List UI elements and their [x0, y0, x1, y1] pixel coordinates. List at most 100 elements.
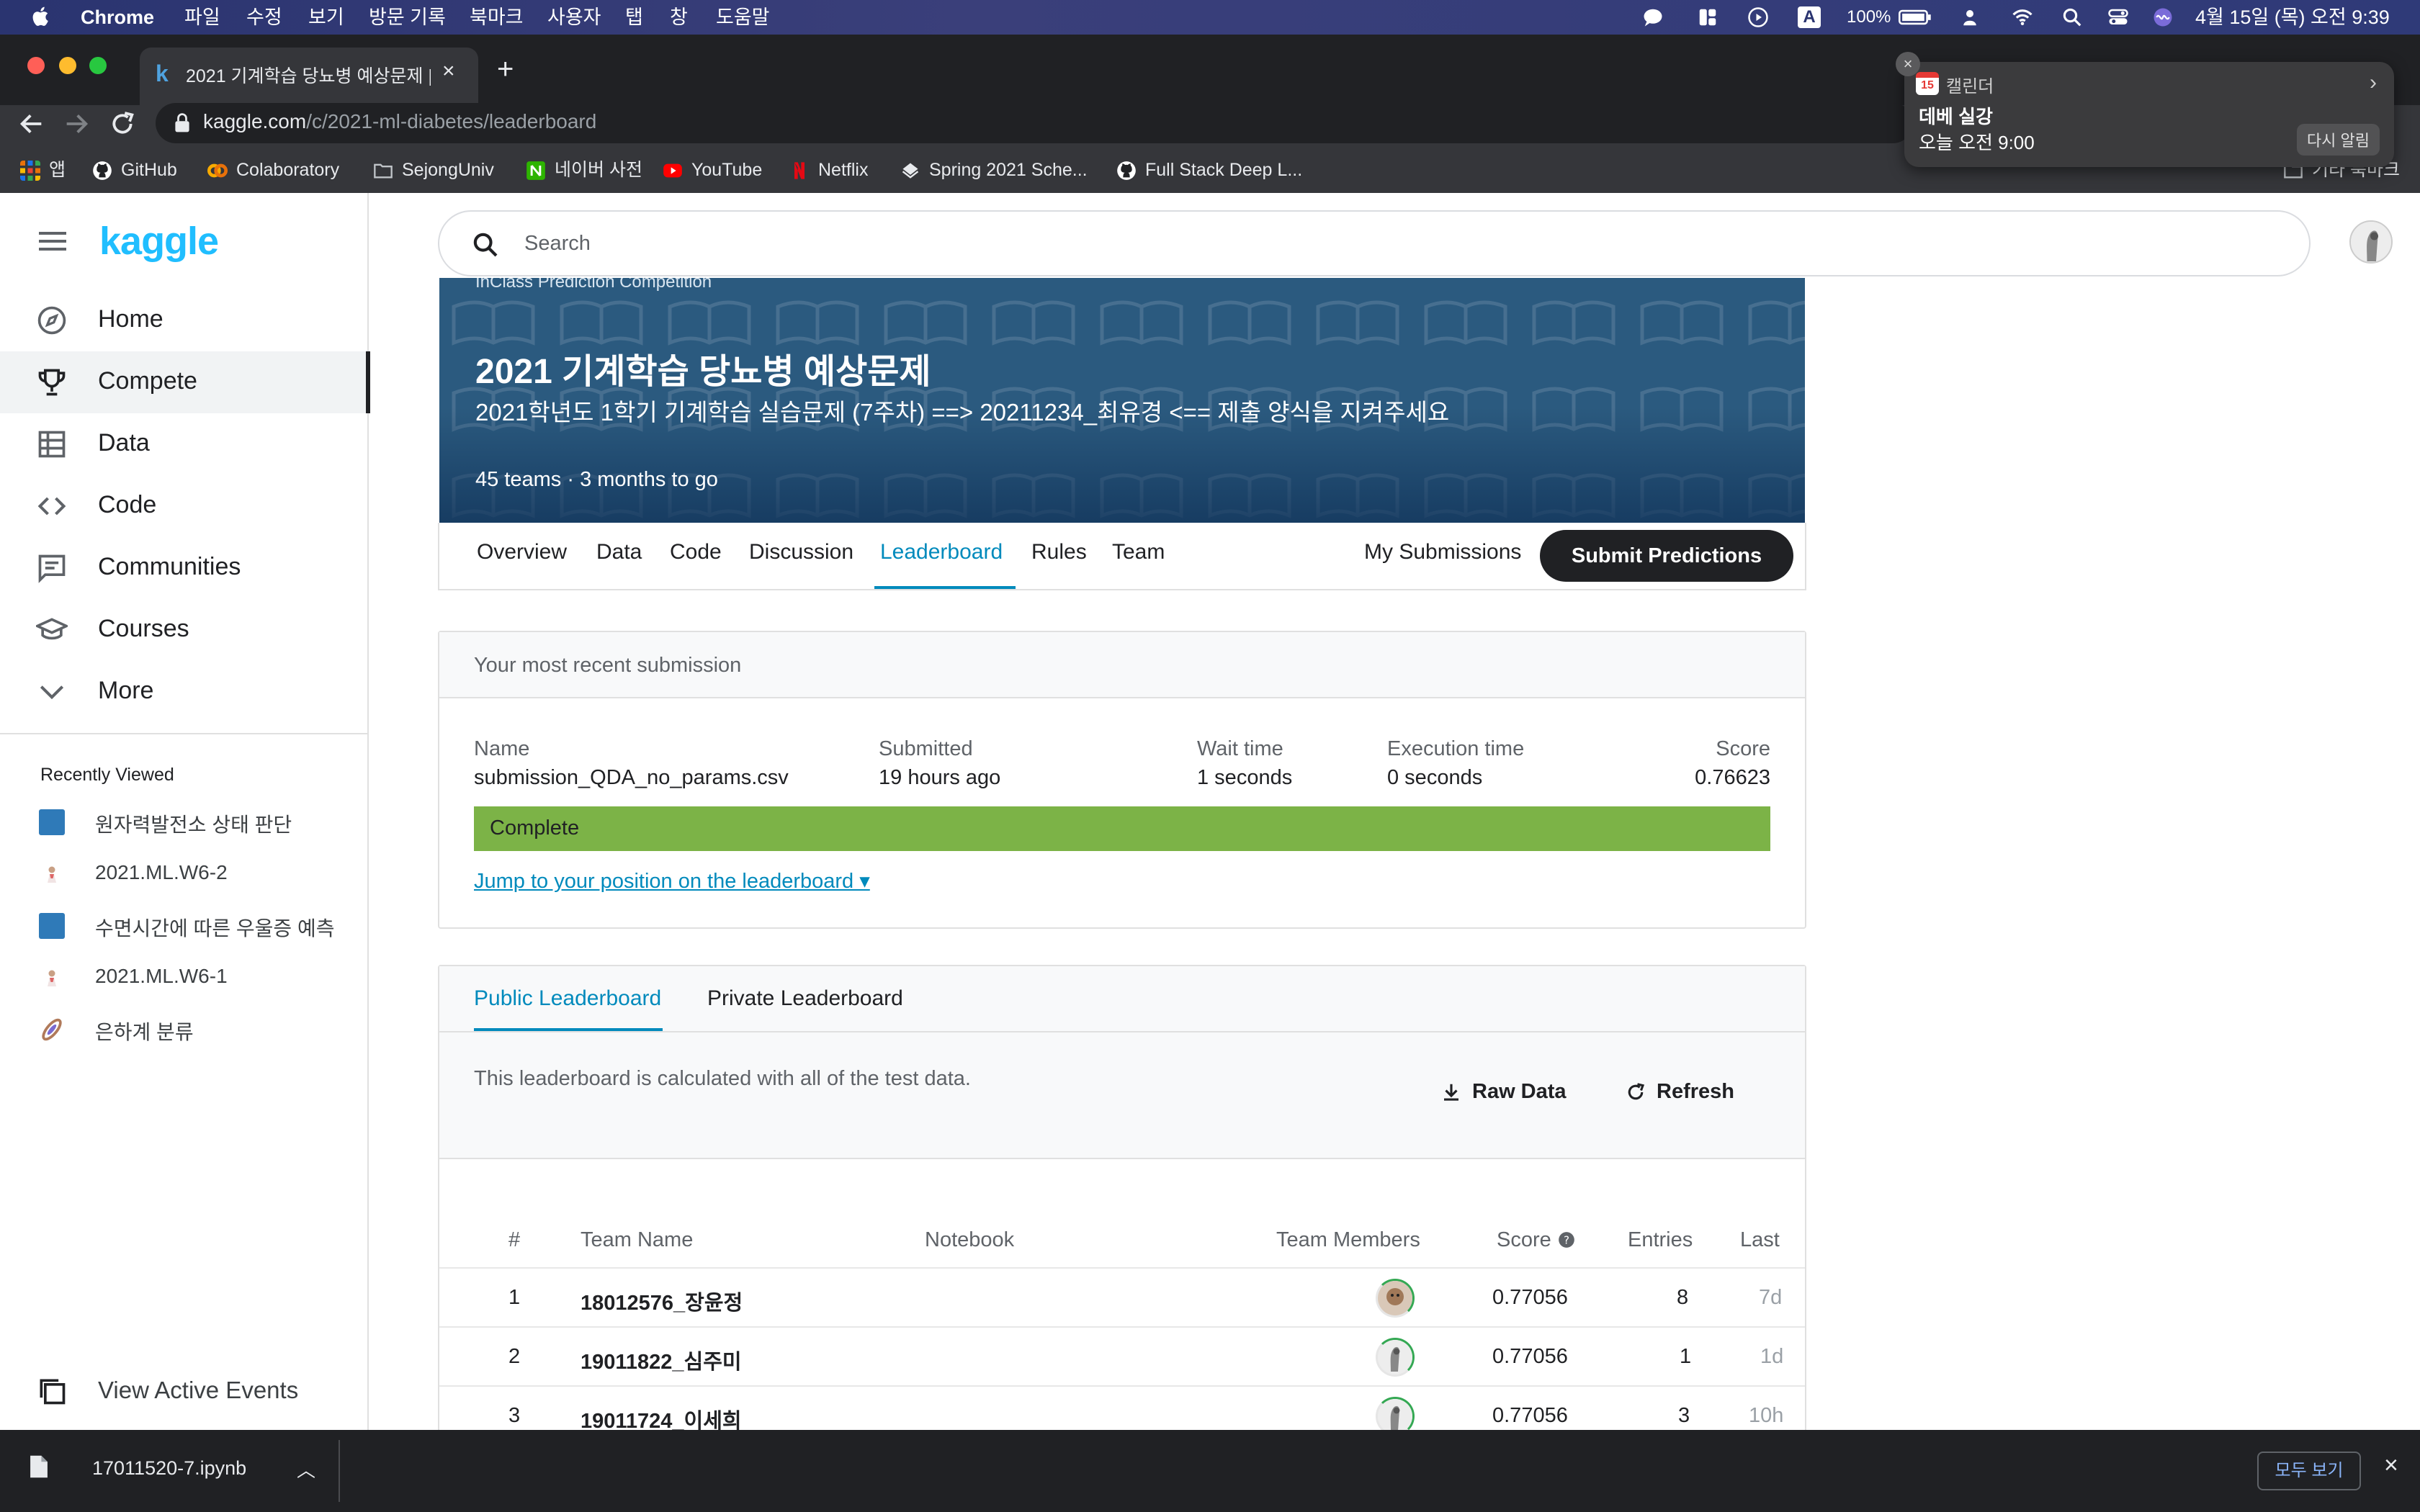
search-bar[interactable]: Search: [438, 210, 2311, 276]
wait-time-value: 1 seconds: [1197, 766, 1293, 789]
chevron-up-icon[interactable]: ︿: [297, 1456, 315, 1482]
tab-private-leaderboard[interactable]: Private Leaderboard: [707, 986, 903, 1011]
help-icon[interactable]: ?: [1557, 1230, 1576, 1249]
menu-window[interactable]: 창: [670, 5, 688, 30]
sidebar-item-communities[interactable]: Communities: [0, 537, 369, 599]
kaggle-logo[interactable]: kaggle: [99, 219, 219, 264]
calendar-app-icon: 15: [1916, 72, 1939, 95]
tab-discussion[interactable]: Discussion: [749, 540, 853, 564]
menu-bookmarks[interactable]: 북마크: [470, 5, 524, 30]
sidebar-item-data[interactable]: Data: [0, 413, 369, 475]
tab-code[interactable]: Code: [670, 540, 722, 564]
window-minimize-button[interactable]: [59, 57, 76, 74]
recent-item-label: 2021.ML.W6-2: [95, 861, 228, 883]
play-circle-icon[interactable]: [1747, 6, 1769, 28]
team-member-avatar[interactable]: [1376, 1279, 1415, 1318]
file-icon: [30, 1455, 48, 1478]
refresh-button[interactable]: Refresh: [1625, 1080, 1734, 1116]
sidebar-item-courses[interactable]: Courses: [0, 599, 369, 661]
my-submissions-link[interactable]: My Submissions: [1364, 540, 1521, 564]
recent-item[interactable]: 은하계 분류: [39, 1009, 356, 1045]
menu-edit[interactable]: 수정: [246, 5, 282, 30]
download-filename[interactable]: 17011520-7.ipynb: [92, 1457, 246, 1480]
tab-team[interactable]: Team: [1112, 540, 1165, 564]
recent-item[interactable]: 2021.ML.W6-2: [39, 854, 356, 890]
view-active-events-button[interactable]: View Active Events: [36, 1369, 353, 1413]
messages-icon[interactable]: [1642, 6, 1664, 28]
reload-icon[interactable]: [108, 109, 137, 138]
tab-leaderboard[interactable]: Leaderboard: [880, 540, 1003, 564]
do-not-disturb-icon[interactable]: [1959, 6, 1981, 28]
show-all-downloads-button[interactable]: 모두 보기: [2257, 1452, 2361, 1490]
wifi-icon[interactable]: [2009, 6, 2035, 28]
bookmark-colaboratory[interactable]: Colaboratory: [207, 156, 339, 184]
siri-icon[interactable]: [2152, 6, 2174, 28]
address-bar[interactable]: kaggle.com/c/2021-ml-diabetes/leaderboar…: [156, 103, 1913, 143]
team-member-avatar[interactable]: [1376, 1338, 1415, 1377]
close-icon[interactable]: ×: [2384, 1452, 2398, 1480]
sidebar-item-compete[interactable]: Compete: [0, 351, 370, 413]
apple-icon[interactable]: [29, 4, 53, 29]
raw-data-button[interactable]: Raw Data: [1440, 1080, 1567, 1116]
submitted-label: Submitted: [879, 737, 973, 760]
bookmark-naver-dict[interactable]: 네이버 사전: [526, 156, 642, 184]
battery-icon[interactable]: [1899, 6, 1932, 28]
bookmark-github[interactable]: GitHub: [92, 156, 177, 184]
url-text[interactable]: kaggle.com/c/2021-ml-diabetes/leaderboar…: [203, 110, 596, 133]
submit-predictions-button[interactable]: Submit Predictions: [1540, 530, 1793, 582]
row-team-name[interactable]: 19011822_심주미: [581, 1345, 742, 1375]
sidebar-item-home[interactable]: Home: [0, 289, 369, 351]
window-layout-icon[interactable]: [1697, 6, 1718, 28]
menu-profiles[interactable]: 사용자: [547, 5, 601, 30]
user-avatar[interactable]: [2349, 220, 2393, 264]
person-thumb-icon: [48, 970, 56, 986]
bookmark-spring-2021[interactable]: Spring 2021 Sche...: [900, 156, 1088, 184]
search-input[interactable]: Search: [524, 232, 591, 256]
input-source-icon[interactable]: A: [1798, 6, 1821, 28]
row-team-name[interactable]: 18012576_장윤정: [581, 1286, 743, 1316]
forward-arrow-icon[interactable]: [62, 109, 91, 138]
window-zoom-button[interactable]: [89, 57, 107, 74]
tab-overview[interactable]: Overview: [477, 540, 567, 564]
control-center-icon[interactable]: [2106, 6, 2130, 28]
table-row[interactable]: 3 19011724_이세희 0.77056 3 10h: [439, 1385, 1805, 1430]
calendar-notification[interactable]: × 15 캘린더 › 데베 실강 오늘 오전 9:00 다시 알림: [1896, 52, 2394, 167]
new-tab-button[interactable]: +: [497, 53, 514, 86]
chat-icon: [38, 554, 66, 583]
menu-tab[interactable]: 탭: [625, 5, 643, 30]
bookmark-apps[interactable]: 앱: [20, 156, 66, 184]
recent-item[interactable]: 2021.ML.W6-1: [39, 958, 356, 994]
lock-icon[interactable]: [174, 113, 190, 133]
tab-rules[interactable]: Rules: [1031, 540, 1087, 564]
recent-item[interactable]: 원자력발전소 상태 판단: [39, 802, 356, 838]
menu-history[interactable]: 방문 기록: [369, 5, 446, 30]
table-row[interactable]: 2 19011822_심주미 0.77056 1 1d: [439, 1326, 1805, 1385]
tab-public-leaderboard[interactable]: Public Leaderboard: [474, 986, 661, 1011]
bookmark-full-stack-deep[interactable]: Full Stack Deep L...: [1116, 156, 1302, 184]
team-member-avatar[interactable]: [1376, 1397, 1415, 1430]
recent-item[interactable]: 수면시간에 따른 우울증 예측: [39, 906, 356, 942]
sidebar-item-more[interactable]: More: [0, 661, 369, 723]
menubar-clock[interactable]: 4월 15일 (목) 오전 9:39: [2195, 5, 2390, 30]
menu-view[interactable]: 보기: [308, 5, 344, 30]
back-arrow-icon[interactable]: [17, 109, 46, 138]
row-entries: 3: [1678, 1404, 1690, 1427]
chevron-right-icon[interactable]: ›: [2370, 71, 2377, 95]
window-close-button[interactable]: [27, 57, 45, 74]
menu-file[interactable]: 파일: [184, 5, 220, 30]
bookmark-netflix[interactable]: Netflix: [789, 156, 868, 184]
bookmark-sejonguniv[interactable]: SejongUniv: [373, 156, 494, 184]
menu-app-name[interactable]: Chrome: [81, 5, 154, 30]
snooze-button[interactable]: 다시 알림: [2296, 124, 2380, 156]
row-team-name[interactable]: 19011724_이세희: [581, 1404, 742, 1430]
menu-help[interactable]: 도움말: [716, 5, 770, 30]
tab-data[interactable]: Data: [596, 540, 642, 564]
menu-hamburger-icon[interactable]: [39, 230, 66, 252]
sidebar-item-code[interactable]: Code: [0, 475, 369, 537]
tab-close-icon[interactable]: ×: [442, 59, 455, 84]
browser-tab-active[interactable]: k 2021 기계학습 당뇨병 예상문제 | Ka ×: [140, 48, 478, 105]
jump-to-position-link[interactable]: Jump to your position on the leaderboard…: [474, 868, 870, 894]
table-row[interactable]: 1 18012576_장윤정 0.77056 8 7d: [439, 1267, 1805, 1326]
bookmark-youtube[interactable]: YouTube: [663, 156, 762, 184]
spotlight-search-icon[interactable]: [2061, 6, 2083, 28]
